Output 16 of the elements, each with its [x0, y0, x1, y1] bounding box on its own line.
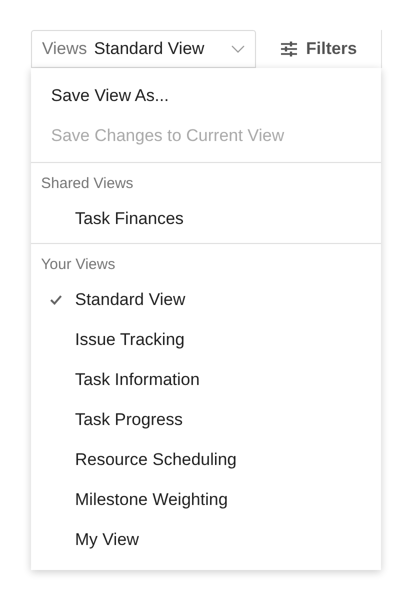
menu-item[interactable]: Resource Scheduling [31, 440, 381, 480]
menu-item[interactable]: Task Finances [31, 199, 381, 239]
menu-item[interactable]: Milestone Weighting [31, 480, 381, 520]
menu-item[interactable]: Save View As... [31, 76, 381, 116]
menu-item[interactable]: Task Information [31, 360, 381, 400]
checkmark-icon [50, 295, 62, 305]
menu-item[interactable]: Issue Tracking [31, 320, 381, 360]
section-header: Shared Views [40, 174, 134, 194]
menu-item[interactable]: My View [31, 520, 381, 560]
filters-button[interactable]: Filters [280, 36, 358, 62]
menu-item[interactable]: Standard View [31, 280, 381, 320]
section-header: Your Views [40, 254, 116, 275]
views-dropdown[interactable]: Views Standard View [31, 30, 256, 68]
sliders-icon [280, 41, 298, 57]
chevron-down-icon [231, 45, 245, 53]
menu-item[interactable]: Task Progress [31, 400, 381, 440]
